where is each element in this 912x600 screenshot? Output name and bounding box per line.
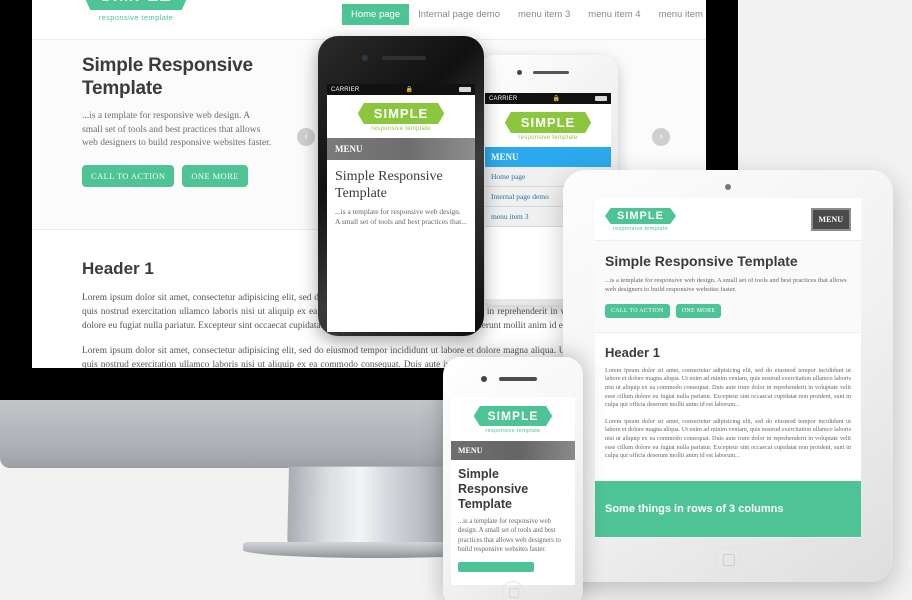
hero-title: Simple Responsive Template [82,54,272,100]
tablet-device: SIMPLE responsive template MENU Simple R… [563,170,893,582]
lock-icon: 🔒 [552,96,560,102]
status-bar: CARRIER 🔒 [327,84,475,95]
tablet-content-paragraph-1: Lorem ipsum dolor sit amet, consectetur … [605,366,851,409]
tablet-hero-paragraph: ...is a template for responsive web desi… [605,277,847,294]
front-camera-icon [725,184,731,190]
tablet-call-to-action-button[interactable]: CALL TO ACTION [605,303,670,318]
tablet-screen: SIMPLE responsive template MENU Simple R… [595,198,861,538]
call-to-action-button[interactable]: CALL TO ACTION [82,164,175,187]
phone-black-body: Simple Responsive Template ...is a templ… [327,160,475,235]
device-showcase: SIMPLE responsive template Home page Int… [0,0,912,600]
hero-paragraph: ...is a template for responsive web desi… [82,111,272,148]
logo-badge: SIMPLE [605,208,676,224]
logo-badge: SIMPLE [357,103,445,124]
tablet-menu-button[interactable]: MENU [810,207,851,231]
logo-tagline: responsive template [518,135,578,141]
site-header: SIMPLE responsive template Home page Int… [32,0,706,40]
mobile-hero-title: Simple Responsive Template [458,467,568,512]
phone-front-body: Simple Responsive Template ...is a templ… [451,460,575,584]
mobile-hero-title-line-2: Template [335,186,387,201]
tablet-site-header: SIMPLE responsive template MENU [595,198,861,241]
carrier-label: CARRIER [489,95,518,102]
phone-black-screen: CARRIER 🔒 SIMPLE responsive template MEN… [327,84,475,332]
tablet-hero: Simple Responsive Template ...is a templ… [595,241,861,333]
hero-copy: Simple Responsive Template ...is a templ… [82,54,272,187]
nav-item-internal-page-demo[interactable]: Internal page demo [409,4,509,25]
phone-front-logo[interactable]: SIMPLE responsive template [451,397,575,441]
carousel-prev-icon[interactable]: ‹ [297,128,315,146]
logo-badge: SIMPLE [84,0,188,10]
phone-black-logo[interactable]: SIMPLE responsive template [327,95,475,138]
tablet-hero-buttons: CALL TO ACTION ONE MORE [605,303,851,318]
mobile-call-to-action-button[interactable] [458,561,534,572]
one-more-button[interactable]: ONE MORE [182,164,248,187]
home-button-icon[interactable] [715,546,741,572]
hero-buttons: CALL TO ACTION ONE MORE [82,164,272,187]
logo-tagline: responsive template [98,13,174,22]
mobile-hero-title-line-1: Simple Responsive [458,467,529,496]
earpiece-speaker [533,71,569,74]
front-camera-icon [481,376,487,382]
mobile-menu-toggle[interactable]: MENU [327,138,475,160]
phone-front-screen: SIMPLE responsive template MENU Simple R… [451,397,575,585]
logo-tagline: responsive template [371,126,431,132]
home-button-icon[interactable] [502,581,524,600]
mobile-hero-paragraph: ...is a template for responsive web desi… [335,207,467,226]
tablet-content-heading: Header 1 [605,344,660,360]
earpiece-speaker [382,56,426,60]
battery-icon [458,87,471,92]
tablet-one-more-button[interactable]: ONE MORE [675,303,722,318]
nav-item-menu-item-3[interactable]: menu item 3 [509,4,579,25]
carrier-label: CARRIER [331,86,360,93]
mobile-menu-toggle[interactable]: MENU [451,441,575,460]
mobile-hero-title-line-1: Simple Responsive [335,169,443,184]
tablet-columns-banner: Some things in rows of 3 columns [595,480,861,537]
logo-badge: SIMPLE [504,112,592,133]
front-camera-icon [362,55,368,61]
hero-title-line-1: Simple Responsive [82,55,253,76]
battery-icon [594,96,607,101]
nav-item-menu-item-4[interactable]: menu item 4 [579,4,649,25]
mobile-hero-paragraph: ...is a template for responsive web desi… [458,518,561,554]
logo[interactable]: SIMPLE responsive template [76,0,196,22]
mobile-menu-toggle[interactable]: MENU [485,147,611,167]
carousel-next-icon[interactable]: › [652,128,670,146]
lock-icon: 🔒 [405,87,413,93]
nav-item-menu-item-5[interactable]: menu item 5 [650,4,706,25]
tablet-logo[interactable]: SIMPLE responsive template [605,206,676,232]
nav-item-home-page[interactable]: Home page [342,3,410,25]
tablet-hero-title: Simple Responsive Template [605,253,798,269]
earpiece-speaker [499,377,537,381]
main-navigation: Home page Internal page demo menu item 3… [342,0,706,28]
phone-menu-open-logo[interactable]: SIMPLE responsive template [485,104,611,147]
tablet-content: Header 1 Lorem ipsum dolor sit amet, con… [595,333,861,477]
logo-badge: SIMPLE [473,406,553,426]
hero-title-line-2: Template [82,78,163,99]
imac-stand-neck [286,466,462,553]
phone-black: CARRIER 🔒 SIMPLE responsive template MEN… [318,36,484,336]
mobile-hero-title: Simple Responsive Template [335,168,467,202]
front-camera-icon [517,70,522,75]
logo-tagline: responsive template [485,428,541,434]
phone-front: SIMPLE responsive template MENU Simple R… [443,357,583,600]
mobile-hero-title-line-2: Template [458,497,512,511]
logo-tagline: responsive template [613,226,668,232]
tablet-content-paragraph-2: Lorem ipsum dolor sit amet, consectetur … [605,417,851,460]
status-bar: CARRIER 🔒 [485,93,611,104]
